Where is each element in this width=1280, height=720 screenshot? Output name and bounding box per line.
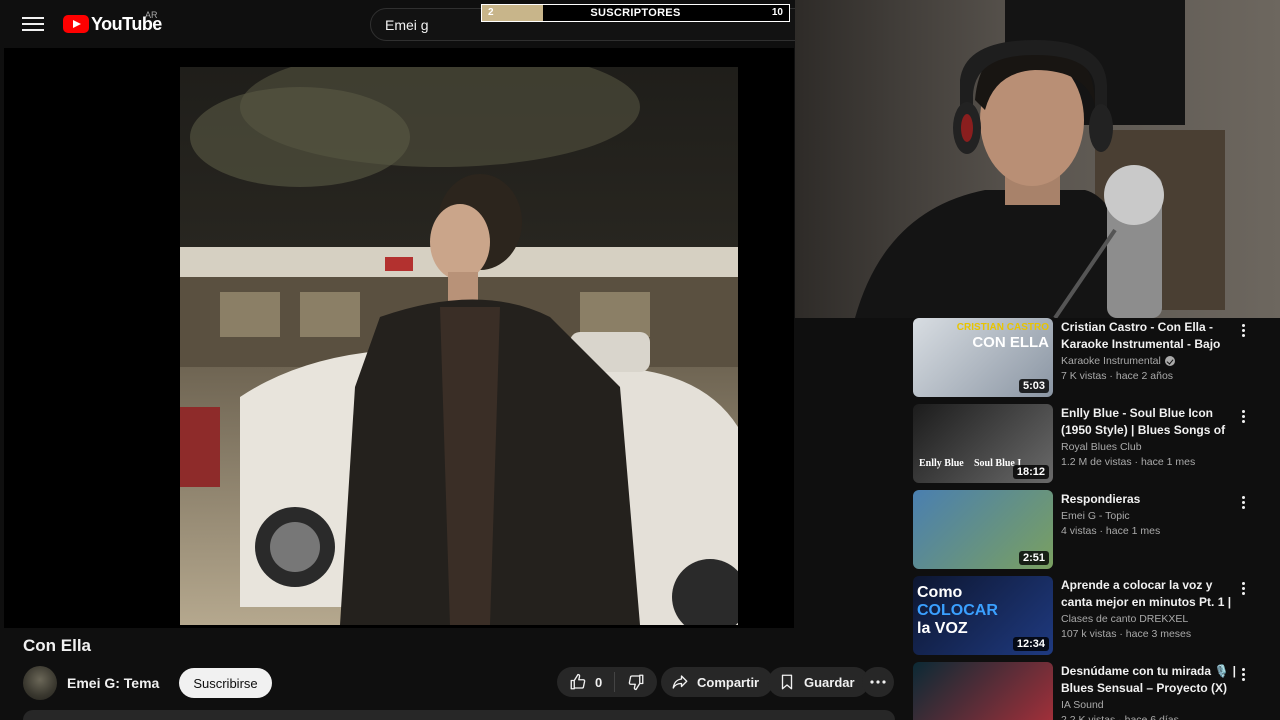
recommendation-title[interactable]: Enlly Blue - Soul Blue Icon (1950 Style)…: [1061, 405, 1237, 439]
thumbnail-caption: la VOZ: [917, 620, 968, 637]
more-vertical-icon[interactable]: [1235, 494, 1251, 510]
share-label: Compartir: [697, 674, 760, 690]
recommendation-info: Respondieras Emei G - Topic 4 vistas · hac…: [1061, 490, 1237, 576]
more-actions-button[interactable]: [862, 667, 894, 697]
recommendation-channel[interactable]: Clases de canto DREKXEL: [1061, 613, 1237, 625]
video-duration: 5:03: [1018, 379, 1049, 393]
thumbs-up-icon: [570, 673, 586, 690]
video-duration: 12:34: [1012, 637, 1049, 651]
recommendation-meta: 2,2 K vistas · hace 6 días: [1061, 714, 1179, 720]
share-button[interactable]: Compartir: [661, 667, 774, 697]
subscribe-button[interactable]: Suscribirse: [179, 668, 272, 698]
recommendations-list: CRISTIAN CASTRO CON ELLA 5:03 Cristian Cast…: [913, 318, 1280, 720]
recommendation-thumbnail[interactable]: DESNUDAME: [913, 662, 1053, 720]
thumbnail-caption: COLOCAR: [917, 602, 998, 619]
share-arrow-icon: [672, 675, 688, 689]
recommendation-item[interactable]: DESNUDAMEDesnúdame con tu mirada 🎙️ | Bl…: [913, 662, 1280, 720]
recommendation-channel[interactable]: IA Sound: [1061, 699, 1237, 711]
subscriber-goal-bar: 2 SUSCRIPTORES 10: [481, 4, 790, 22]
video-duration: 18:12: [1012, 465, 1049, 479]
recommendation-title[interactable]: Aprende a colocar la voz y canta mejor e…: [1061, 577, 1237, 611]
recommendation-channel-name: Clases de canto DREKXEL: [1061, 613, 1189, 625]
region-code: AR: [145, 10, 158, 20]
recommendation-meta: 4 vistas · hace 1 mes: [1061, 525, 1161, 537]
description-box[interactable]: [23, 710, 895, 720]
recommendation-meta: 7 K vistas · hace 2 años: [1061, 370, 1174, 382]
more-horizontal-icon: [870, 680, 886, 684]
like-count: 0: [595, 674, 603, 690]
save-button[interactable]: Guardar: [768, 667, 869, 697]
channel-name[interactable]: Emei G: Tema: [67, 675, 159, 691]
thumbnail-caption: Como: [917, 584, 963, 601]
recommendation-channel-name: Karaoke Instrumental: [1061, 355, 1161, 367]
search-value: Emei g: [385, 17, 429, 33]
recommendation-thumbnail[interactable]: CRISTIAN CASTRO CON ELLA 5:03: [913, 318, 1053, 397]
thumbs-down-icon: [628, 674, 644, 691]
dislike-button[interactable]: [615, 667, 657, 697]
recommendation-item[interactable]: CRISTIAN CASTRO CON ELLA 5:03 Cristian Cast…: [913, 318, 1280, 404]
recommendation-channel-name: Emei G - Topic: [1061, 510, 1130, 522]
youtube-play-icon: [63, 15, 89, 33]
recommendation-title[interactable]: Respondieras: [1061, 491, 1237, 508]
cover-photo: [180, 67, 738, 625]
recommendation-title[interactable]: Desnúdame con tu mirada 🎙️ | Blues Sensu…: [1061, 663, 1237, 697]
video-title: Con Ella: [23, 636, 92, 655]
recommendation-channel[interactable]: Karaoke Instrumental: [1061, 355, 1237, 367]
recommendation-item[interactable]: 2:51 Respondieras Emei G - Topic 4 vistas ·…: [913, 490, 1280, 576]
like-button[interactable]: 0: [557, 667, 614, 697]
thumbnail-caption: CRISTIAN CASTRO: [956, 322, 1049, 333]
recommendation-item[interactable]: Como COLOCAR la VOZ 12:34 Aprende a colocar …: [913, 576, 1280, 662]
more-vertical-icon[interactable]: [1235, 408, 1251, 424]
recommendation-item[interactable]: Enlly Blue Soul Blue I 18:12 Enlly Blue - S…: [913, 404, 1280, 490]
recommendation-channel-name: IA Sound: [1061, 699, 1104, 711]
save-label: Guardar: [804, 674, 855, 690]
recommendation-info: Desnúdame con tu mirada 🎙️ | Blues Sensu…: [1061, 662, 1237, 720]
recommendation-info: Cristian Castro - Con Ella - Karaoke Ins…: [1061, 318, 1237, 404]
more-vertical-icon[interactable]: [1235, 322, 1251, 338]
recommendation-info: Aprende a colocar la voz y canta mejor e…: [1061, 576, 1237, 662]
thumbnail-caption: Enlly Blue: [919, 458, 964, 469]
recommendation-channel-name: Royal Blues Club: [1061, 441, 1142, 453]
verified-check-icon: [1164, 356, 1175, 366]
video-duration: 2:51: [1018, 551, 1049, 565]
thumbnail-caption: CON ELLA: [972, 334, 1049, 351]
recommendation-thumbnail[interactable]: 2:51: [913, 490, 1053, 569]
subscriber-goal: 10: [771, 7, 783, 18]
recommendation-channel[interactable]: Royal Blues Club: [1061, 441, 1237, 453]
recommendation-thumbnail[interactable]: Como COLOCAR la VOZ 12:34: [913, 576, 1053, 655]
more-vertical-icon[interactable]: [1235, 580, 1251, 596]
recommendation-title[interactable]: Cristian Castro - Con Ella - Karaoke Ins…: [1061, 319, 1237, 353]
recommendation-meta: 107 k vistas · hace 3 meses: [1061, 628, 1192, 640]
channel-avatar[interactable]: [23, 666, 57, 700]
menu-icon[interactable]: [22, 14, 44, 34]
recommendation-thumbnail[interactable]: Enlly Blue Soul Blue I 18:12: [913, 404, 1053, 483]
recommendation-meta: 1.2 M de vistas · hace 1 mes: [1061, 456, 1196, 468]
more-vertical-icon[interactable]: [1235, 666, 1251, 682]
video-cover-art[interactable]: [180, 67, 738, 625]
webcam-overlay: [795, 0, 1280, 318]
webcam-feed: [795, 0, 1280, 318]
recommendation-channel[interactable]: Emei G - Topic: [1061, 510, 1237, 522]
like-dislike-group: 0: [557, 667, 658, 697]
recommendation-info: Enlly Blue - Soul Blue Icon (1950 Style)…: [1061, 404, 1237, 490]
channel-row: Emei G: Tema Suscribirse: [23, 665, 272, 701]
subscriber-label: SUSCRIPTORES: [590, 7, 681, 19]
bookmark-icon: [781, 674, 793, 690]
